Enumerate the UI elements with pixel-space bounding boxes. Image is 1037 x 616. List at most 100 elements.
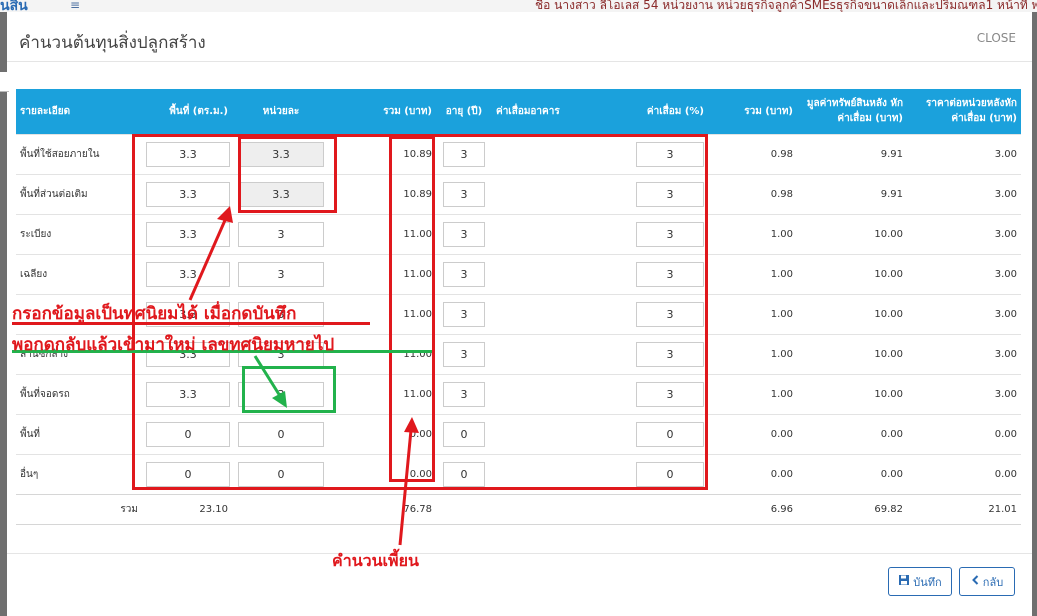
row-age-cell: 0 [436, 413, 492, 454]
area-input[interactable]: 3.3 [146, 221, 230, 247]
age-input[interactable]: 3 [443, 341, 485, 367]
row-dep-cell: 3 [584, 333, 708, 374]
row-dep-building [492, 453, 584, 494]
area-input[interactable]: 3.3 [146, 381, 230, 407]
close-button[interactable]: CLOSE [977, 31, 1016, 45]
age-input[interactable]: 3 [443, 261, 485, 287]
unit-price-input[interactable]: 3.3 [238, 181, 324, 207]
modal-title: คำนวนต้นทุนสิ่งปลูกสร้าง [19, 33, 206, 53]
row-age-cell: 3 [436, 373, 492, 414]
sum-label: รวม [16, 493, 142, 525]
row-age-cell: 3 [436, 173, 492, 214]
col-header-detail: รายละเอียด [16, 89, 142, 134]
col-header-ppu-after: ราคาต่อหน่วยหลังหัก ค่าเสื่อม (บาท) [907, 89, 1021, 134]
area-input[interactable]: 3.3 [146, 181, 230, 207]
row-dep-building [492, 293, 584, 334]
back-button[interactable]: กลับ [959, 567, 1015, 596]
row-ppu-after: 3.00 [907, 333, 1021, 374]
unit-price-input[interactable]: 0 [238, 421, 324, 447]
row-total: 11.00 [330, 253, 436, 294]
row-total: 11.00 [330, 373, 436, 414]
col-header-age: อายุ (ปี) [436, 89, 492, 134]
dep-percent-input[interactable]: 3 [636, 301, 704, 327]
age-input[interactable]: 3 [443, 301, 485, 327]
row-value-after: 10.00 [797, 373, 907, 414]
row-dep-building [492, 333, 584, 374]
table-row: เฉลียง 3.3 3 11.00 3 3 1.00 10.00 3.00 [16, 253, 1021, 294]
row-unit-cell: 3 [232, 373, 330, 414]
row-value-after: 9.91 [797, 133, 907, 174]
row-dep-cell: 3 [584, 213, 708, 254]
row-ppu-after: 3.00 [907, 213, 1021, 254]
row-value-after: 10.00 [797, 293, 907, 334]
sum-empty-cell [436, 493, 492, 525]
row-total: 11.00 [330, 333, 436, 374]
dep-percent-input[interactable]: 3 [636, 141, 704, 167]
sum-empty-cell [232, 493, 330, 525]
row-age-cell: 3 [436, 253, 492, 294]
age-input[interactable]: 3 [443, 381, 485, 407]
row-area-cell: 3.3 [142, 133, 232, 174]
annotation-note-calc: คำนวนเพี้ยน [332, 551, 419, 570]
row-value-after: 10.00 [797, 333, 907, 374]
dep-percent-input[interactable]: 0 [636, 461, 704, 487]
row-total2: 1.00 [708, 333, 797, 374]
dep-percent-input[interactable]: 0 [636, 421, 704, 447]
area-input[interactable]: 0 [146, 461, 230, 487]
age-input[interactable]: 0 [443, 421, 485, 447]
area-input[interactable]: 3.3 [146, 141, 230, 167]
row-age-cell: 3 [436, 133, 492, 174]
row-ppu-after: 3.00 [907, 373, 1021, 414]
dep-percent-input[interactable]: 3 [636, 221, 704, 247]
area-input[interactable]: 3.3 [146, 261, 230, 287]
unit-price-input[interactable]: 3 [238, 221, 324, 247]
row-ppu-after: 3.00 [907, 133, 1021, 174]
table-row: พื้นที่ใช้สอยภายใน 3.3 3.3 10.89 3 3 0.98 9.91 3… [16, 133, 1021, 174]
unit-price-input[interactable]: 0 [238, 461, 324, 487]
table-row: พื้นที่ 0 0 0.00 0 0 0.00 0.00 0.00 [16, 413, 1021, 454]
hamburger-menu-icon[interactable]: ≡ [70, 0, 80, 11]
age-input[interactable]: 0 [443, 461, 485, 487]
background-header: ุนสิน ≡ ชื่อ นางสาว ลีโอเลส 54 หน่วยงาน … [0, 0, 1037, 13]
age-input[interactable]: 3 [443, 141, 485, 167]
row-dep-cell: 3 [584, 133, 708, 174]
dep-percent-input[interactable]: 3 [636, 341, 704, 367]
dep-percent-input[interactable]: 3 [636, 381, 704, 407]
row-total2: 0.00 [708, 413, 797, 454]
table-row: อื่นๆ 0 0 0.00 0 0 0.00 0.00 0.00 [16, 453, 1021, 494]
row-total: 10.89 [330, 133, 436, 174]
row-unit-cell: 3.3 [232, 173, 330, 214]
row-detail: พื้นที่ใช้สอยภายใน [16, 133, 142, 174]
unit-price-input[interactable]: 3 [238, 261, 324, 287]
age-input[interactable]: 3 [443, 181, 485, 207]
row-area-cell: 3.3 [142, 173, 232, 214]
col-header-total2: รวม (บาท) [708, 89, 797, 134]
row-ppu-after: 3.00 [907, 173, 1021, 214]
row-total2: 0.98 [708, 133, 797, 174]
row-dep-cell: 0 [584, 453, 708, 494]
row-total: 10.89 [330, 173, 436, 214]
row-dep-building [492, 253, 584, 294]
unit-price-input[interactable]: 3.3 [238, 141, 324, 167]
annotation-note-decimal-2: พอกดกลับแล้วเข้ามาใหม่ เลขทศนิยมหายไป [12, 335, 335, 355]
dep-percent-input[interactable]: 3 [636, 261, 704, 287]
row-area-cell: 3.3 [142, 373, 232, 414]
floppy-icon [898, 574, 910, 589]
row-age-cell: 3 [436, 293, 492, 334]
row-dep-cell: 3 [584, 173, 708, 214]
row-detail: ระเบียง [16, 213, 142, 254]
row-detail: พื้นที่ส่วนต่อเติม [16, 173, 142, 214]
row-dep-building [492, 173, 584, 214]
row-detail: อื่นๆ [16, 453, 142, 494]
dep-percent-input[interactable]: 3 [636, 181, 704, 207]
col-header-dep-percent: ค่าเสื่อม (%) [584, 89, 708, 134]
modal-header: คำนวนต้นทุนสิ่งปลูกสร้าง CLOSE [7, 12, 1032, 62]
row-total2: 1.00 [708, 213, 797, 254]
age-input[interactable]: 3 [443, 221, 485, 247]
row-detail: เฉลียง [16, 253, 142, 294]
save-button[interactable]: บันทึก [888, 567, 952, 596]
row-area-cell: 3.3 [142, 253, 232, 294]
sum-ppu: 21.01 [907, 493, 1021, 525]
area-input[interactable]: 0 [146, 421, 230, 447]
unit-price-input[interactable]: 3 [238, 381, 324, 407]
